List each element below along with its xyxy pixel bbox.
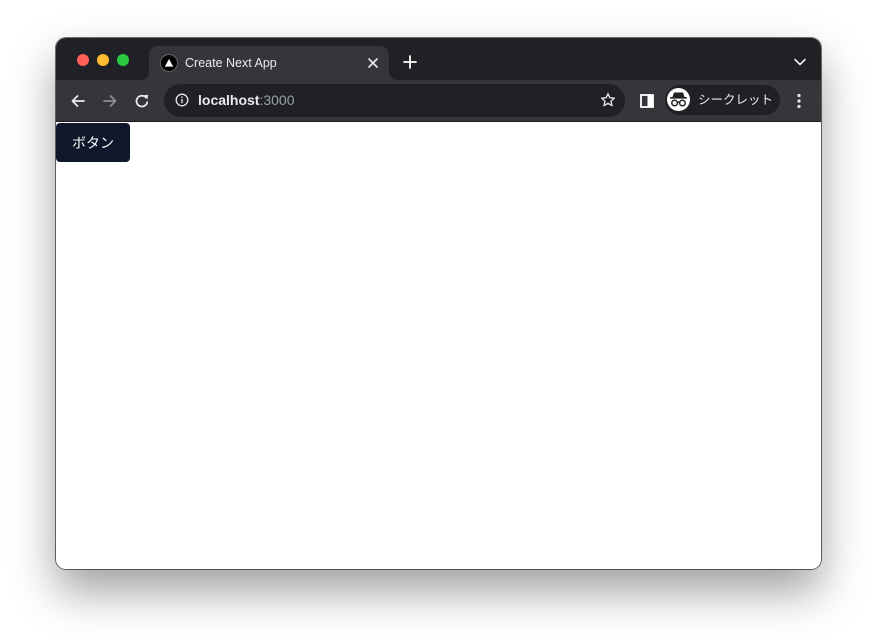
star-icon[interactable] bbox=[599, 91, 617, 109]
kebab-menu-icon[interactable] bbox=[789, 91, 809, 111]
arrow-right-icon[interactable] bbox=[98, 89, 122, 113]
url-host: localhost bbox=[198, 92, 260, 108]
toolbar: localhost:3000 シークレット bbox=[56, 80, 821, 122]
address-bar[interactable]: localhost:3000 bbox=[164, 84, 625, 117]
plus-icon[interactable] bbox=[399, 51, 421, 73]
nextjs-triangle-icon bbox=[161, 55, 177, 71]
browser-window: Create Next App localhost:3000 シークレット ボタ… bbox=[56, 38, 821, 569]
side-panel-icon[interactable] bbox=[638, 92, 656, 110]
tab-strip: Create Next App bbox=[56, 38, 821, 80]
close-icon[interactable] bbox=[363, 53, 383, 73]
reload-icon[interactable] bbox=[130, 89, 154, 113]
url-port: :3000 bbox=[259, 92, 295, 108]
url-text[interactable]: localhost:3000 bbox=[198, 92, 295, 109]
incognito-profile-button[interactable]: シークレット bbox=[665, 85, 780, 115]
window-minimize-button[interactable] bbox=[97, 54, 109, 66]
page-button[interactable]: ボタン bbox=[56, 123, 130, 162]
page-viewport: ボタン bbox=[56, 122, 821, 569]
info-icon[interactable] bbox=[174, 92, 190, 108]
tab-title: Create Next App bbox=[185, 56, 277, 70]
window-close-button[interactable] bbox=[77, 54, 89, 66]
incognito-label: シークレット bbox=[698, 93, 774, 107]
arrow-left-icon[interactable] bbox=[66, 89, 90, 113]
chevron-down-icon[interactable] bbox=[791, 53, 809, 71]
tab-create-next-app[interactable]: Create Next App bbox=[149, 46, 389, 80]
window-zoom-button[interactable] bbox=[117, 54, 129, 66]
incognito-icon bbox=[667, 88, 690, 111]
